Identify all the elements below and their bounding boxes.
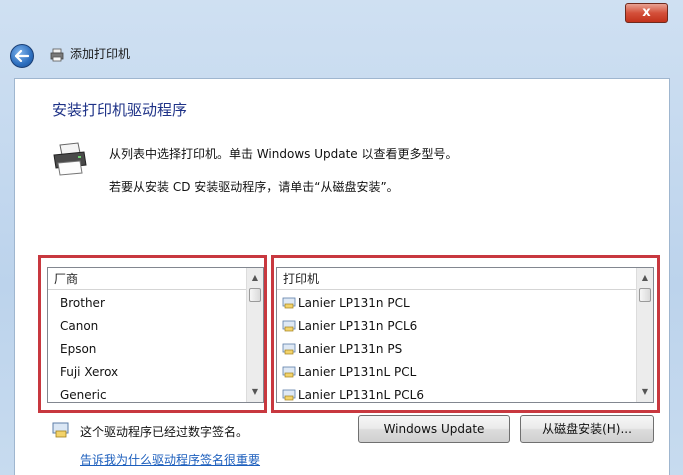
back-arrow-icon bbox=[15, 50, 29, 62]
windows-update-button[interactable]: Windows Update bbox=[358, 415, 510, 443]
close-button[interactable]: x bbox=[625, 3, 668, 23]
printer-highlight-box bbox=[271, 255, 660, 413]
instruction-text: 从列表中选择打印机。单击 Windows Update 以查看更多型号。 bbox=[109, 147, 458, 161]
signature-status: 这个驱动程序已经过数字签名。 bbox=[80, 425, 249, 439]
have-disk-button[interactable]: 从磁盘安装(H)... bbox=[520, 415, 654, 443]
printer-icon bbox=[50, 48, 64, 62]
add-printer-window: x 添加打印机 安装打印机驱动程序 从列表中选择打印机。单击 Windows U… bbox=[0, 0, 683, 475]
window-title: 添加打印机 bbox=[70, 47, 131, 61]
back-button[interactable] bbox=[10, 44, 34, 68]
install-cd-hint: 若要从安装 CD 安装驱动程序，请单击“从磁盘安装”。 bbox=[109, 180, 399, 194]
title-bar: x bbox=[0, 0, 683, 30]
page-title: 安装打印机驱动程序 bbox=[52, 101, 188, 119]
driver-signing-link[interactable]: 告诉我为什么驱动程序签名很重要 bbox=[80, 451, 260, 468]
manufacturer-highlight-box bbox=[38, 255, 267, 413]
printer-driver-icon bbox=[53, 142, 87, 176]
signed-driver-icon bbox=[52, 422, 69, 438]
